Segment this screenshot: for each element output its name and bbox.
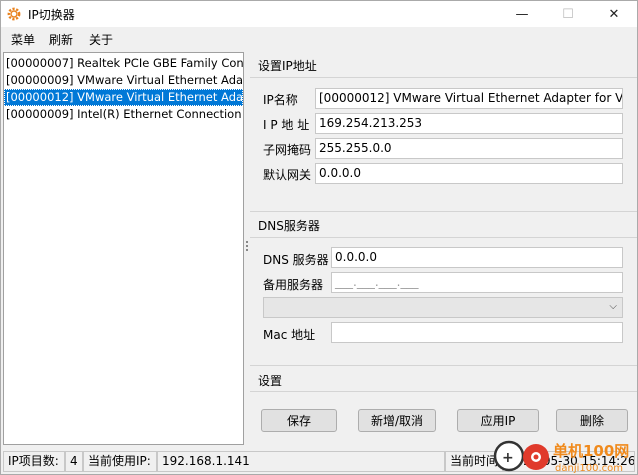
minimize-button[interactable]: — (499, 1, 545, 27)
dns-server-field[interactable]: 0.0.0.0 (331, 247, 623, 268)
list-item[interactable]: [00000009] VMware Virtual Ethernet Adapt… (4, 72, 243, 89)
ip-count-value: 4 (65, 451, 83, 472)
add-cancel-button[interactable]: 新增/取消 (358, 409, 436, 432)
delete-button[interactable]: 删除 (556, 409, 628, 432)
menu-bar: 菜单 刷新 关于 (1, 27, 637, 51)
menu-item-about[interactable]: 关于 (89, 31, 113, 48)
list-item[interactable]: [00000009] Intel(R) Ethernet Connection (4, 106, 243, 123)
mac-address-field[interactable] (331, 322, 623, 343)
current-ip-value: 192.168.1.141 (157, 451, 445, 472)
ip-address-field[interactable]: 169.254.213.253 (315, 113, 623, 134)
alt-dns-field[interactable]: ___.___.___.___ (331, 272, 623, 293)
adapter-list[interactable]: [00000007] Realtek PCIe GBE Family Contr… (3, 52, 244, 445)
divider (250, 211, 637, 212)
ip-group-title: 设置IP地址 (258, 59, 317, 73)
mac-address-label: Mac 地址 (263, 328, 316, 342)
ip-name-field[interactable]: [00000012] VMware Virtual Ethernet Adapt… (315, 88, 623, 109)
svg-text:+: + (502, 450, 514, 466)
splitter-handle[interactable] (246, 241, 249, 253)
adapter-select[interactable]: ⌵ (263, 297, 623, 318)
dns-server-label: DNS 服务器 (263, 253, 329, 267)
gateway-label: 默认网关 (263, 168, 312, 182)
main-window: IP切换器 — ☐ ✕ 菜单 刷新 关于 [00000007] Realtek … (0, 0, 638, 475)
watermark-url: danji100.com (555, 463, 623, 474)
divider (250, 77, 637, 78)
alt-dns-label: 备用服务器 (263, 278, 324, 292)
menu-item-menu[interactable]: 菜单 (11, 31, 35, 48)
minimize-icon: — (515, 6, 529, 22)
chevron-down-icon: ⌵ (609, 301, 617, 312)
maximize-button: ☐ (545, 1, 591, 27)
list-item[interactable]: [00000007] Realtek PCIe GBE Family Contr… (4, 55, 243, 72)
ip-count-label: IP项目数: (3, 451, 65, 472)
ip-name-label: IP名称 (263, 93, 298, 107)
title-bar: IP切换器 — ☐ ✕ (1, 1, 637, 27)
divider (250, 365, 637, 366)
watermark-logo: + 单机100网 danji100.com (493, 440, 629, 474)
dns-group-title: DNS服务器 (258, 219, 320, 233)
subnet-mask-field[interactable]: 255.255.0.0 (315, 138, 623, 159)
close-icon: ✕ (608, 6, 620, 22)
close-button[interactable]: ✕ (591, 1, 637, 27)
settings-group-title: 设置 (258, 374, 283, 388)
menu-item-refresh[interactable]: 刷新 (49, 31, 73, 48)
list-item-selected[interactable]: [00000012] VMware Virtual Ethernet Adapt… (4, 89, 243, 106)
ip-address-label: I P 地 址 (263, 118, 310, 132)
apply-ip-button[interactable]: 应用IP (457, 409, 539, 432)
current-ip-label: 当前使用IP: (83, 451, 157, 472)
maximize-icon: ☐ (562, 6, 574, 22)
subnet-mask-label: 子网掩码 (263, 143, 312, 157)
gateway-field[interactable]: 0.0.0.0 (315, 163, 623, 184)
save-button[interactable]: 保存 (261, 409, 337, 432)
divider (250, 391, 637, 392)
app-gear-icon (7, 7, 21, 21)
divider (250, 237, 637, 238)
window-title: IP切换器 (28, 8, 75, 22)
watermark-text: 单机100网 (553, 442, 629, 460)
